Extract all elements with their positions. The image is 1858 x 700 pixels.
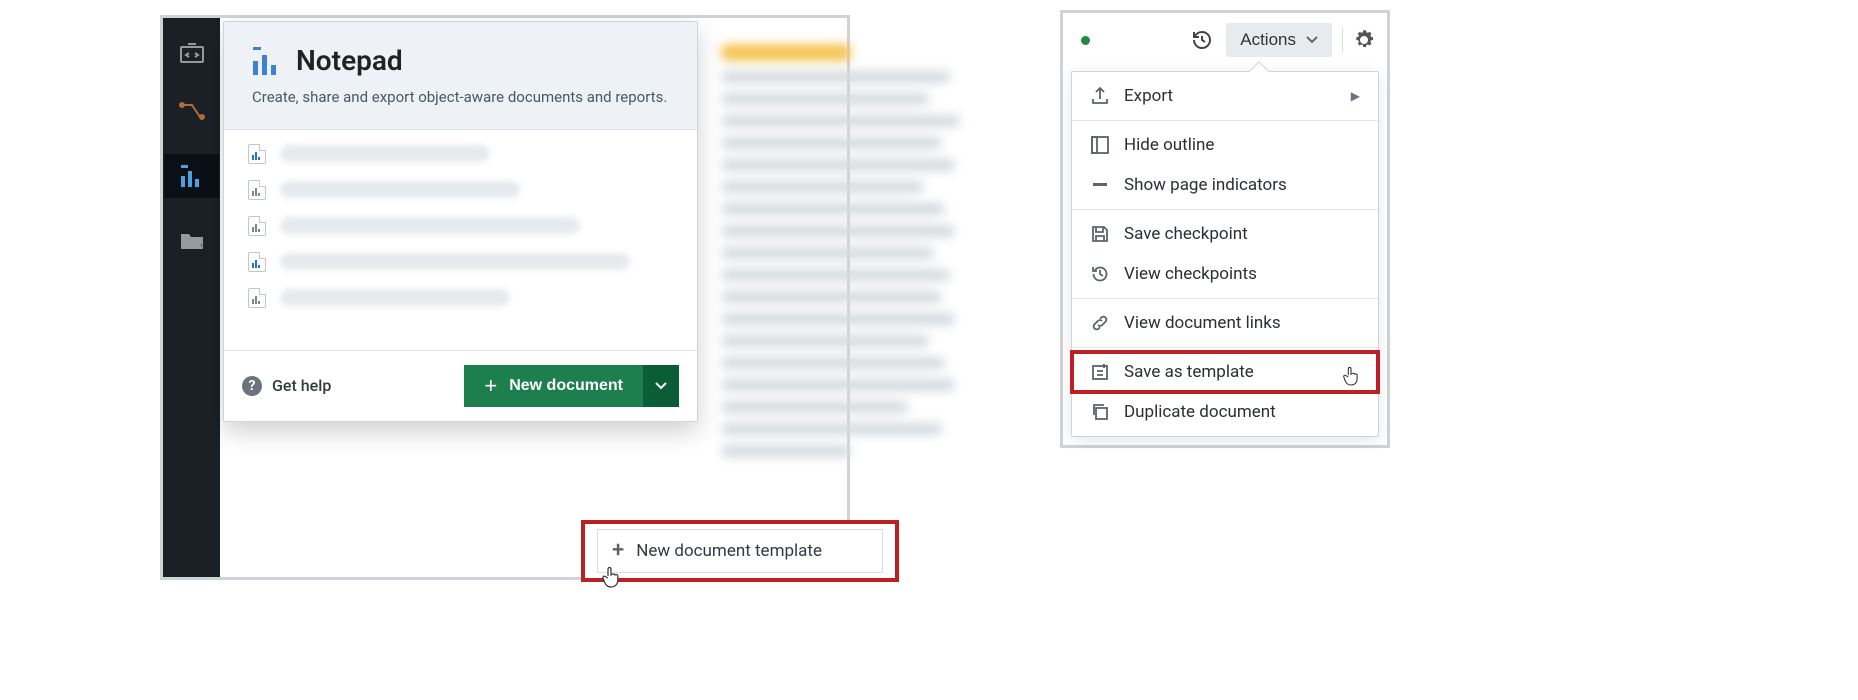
menu-separator: [1072, 298, 1378, 299]
document-template-icon: [248, 216, 266, 236]
sidebar-flow-icon[interactable]: [177, 96, 207, 126]
document-list-item[interactable]: [224, 280, 697, 316]
document-icon: [248, 144, 266, 164]
menu-item-export[interactable]: Export ▶: [1072, 76, 1378, 116]
menu-separator: [1072, 347, 1378, 348]
menu-label: Hide outline: [1124, 135, 1214, 155]
sidebar-notepad-icon[interactable]: [164, 154, 219, 198]
menu-item-show-page-indicators[interactable]: Show page indicators: [1072, 165, 1378, 205]
document-list-item[interactable]: [224, 244, 697, 280]
menu-separator: [1072, 120, 1378, 121]
document-list-item[interactable]: [224, 136, 697, 172]
get-help-label: Get help: [272, 376, 331, 395]
new-document-split-button[interactable]: [643, 365, 679, 407]
menu-label: Save checkpoint: [1124, 224, 1248, 244]
history-icon: [1090, 264, 1110, 284]
right-toolbar: Actions: [1063, 13, 1387, 71]
actions-menu-screenshot: Actions Export ▶ Hide outline: [1060, 10, 1390, 448]
document-list: [224, 130, 697, 350]
menu-item-view-checkpoints[interactable]: View checkpoints: [1072, 254, 1378, 294]
gear-icon: [1353, 29, 1375, 51]
actions-button[interactable]: Actions: [1226, 23, 1332, 57]
menu-item-save-as-template[interactable]: Save as template: [1072, 352, 1378, 392]
notepad-panel-screenshot: Notepad Create, share and export object-…: [160, 15, 850, 580]
app-sidebar: [163, 18, 220, 577]
get-help-link[interactable]: ? Get help: [242, 376, 331, 396]
status-indicator-dot: [1081, 36, 1090, 45]
template-add-icon: [1090, 362, 1110, 382]
duplicate-icon: [1090, 402, 1110, 422]
document-list-item[interactable]: [224, 172, 697, 208]
chevron-right-icon: ▶: [1351, 89, 1360, 103]
new-document-button-group: + New document: [464, 365, 679, 407]
cursor-hand-icon: [1342, 366, 1360, 386]
sidebar-folder-icon[interactable]: [177, 226, 207, 256]
chevron-down-icon: [655, 382, 667, 390]
new-document-template-dropdown-highlight: + New document template: [581, 520, 899, 582]
notepad-popover: Notepad Create, share and export object-…: [223, 21, 698, 422]
plus-icon: +: [612, 540, 624, 562]
menu-label: Duplicate document: [1124, 402, 1276, 422]
help-icon: ?: [242, 376, 262, 396]
new-document-template-item[interactable]: + New document template: [597, 529, 883, 573]
popover-header: Notepad Create, share and export object-…: [224, 22, 697, 130]
document-template-icon: [248, 180, 266, 200]
minus-icon: [1090, 175, 1110, 195]
outline-icon: [1090, 135, 1110, 155]
menu-item-save-checkpoint[interactable]: Save checkpoint: [1072, 214, 1378, 254]
document-list-item[interactable]: [224, 208, 697, 244]
menu-label: Save as template: [1124, 362, 1254, 382]
export-icon: [1090, 86, 1110, 106]
sidebar-code-icon[interactable]: [177, 38, 207, 68]
popover-footer: ? Get help + New document: [224, 350, 697, 421]
history-icon: [1191, 29, 1213, 51]
menu-label: Export: [1124, 86, 1173, 106]
link-icon: [1090, 313, 1110, 333]
actions-label: Actions: [1240, 30, 1296, 50]
save-icon: [1090, 224, 1110, 244]
menu-item-duplicate-document[interactable]: Duplicate document: [1072, 392, 1378, 432]
settings-button[interactable]: [1353, 29, 1375, 51]
notepad-icon: [252, 47, 282, 75]
menu-label: Show page indicators: [1124, 175, 1287, 195]
actions-menu: Export ▶ Hide outline Show page indicato…: [1071, 71, 1379, 437]
popover-subtitle: Create, share and export object-aware do…: [252, 87, 669, 109]
new-document-label: New document: [509, 377, 623, 395]
menu-separator: [1072, 209, 1378, 210]
menu-label: View document links: [1124, 313, 1281, 333]
menu-item-hide-outline[interactable]: Hide outline: [1072, 125, 1378, 165]
blurred-document-background: [701, 24, 1001, 518]
toolbar-divider: [1342, 27, 1343, 53]
new-document-template-label: New document template: [636, 541, 822, 561]
menu-label: View checkpoints: [1124, 264, 1257, 284]
menu-item-view-document-links[interactable]: View document links: [1072, 303, 1378, 343]
history-button[interactable]: [1188, 26, 1216, 54]
document-icon: [248, 252, 266, 272]
popover-title: Notepad: [296, 44, 403, 77]
new-document-button[interactable]: + New document: [464, 365, 643, 407]
plus-icon: +: [484, 375, 497, 397]
document-template-icon: [248, 288, 266, 308]
chevron-down-icon: [1306, 36, 1318, 44]
